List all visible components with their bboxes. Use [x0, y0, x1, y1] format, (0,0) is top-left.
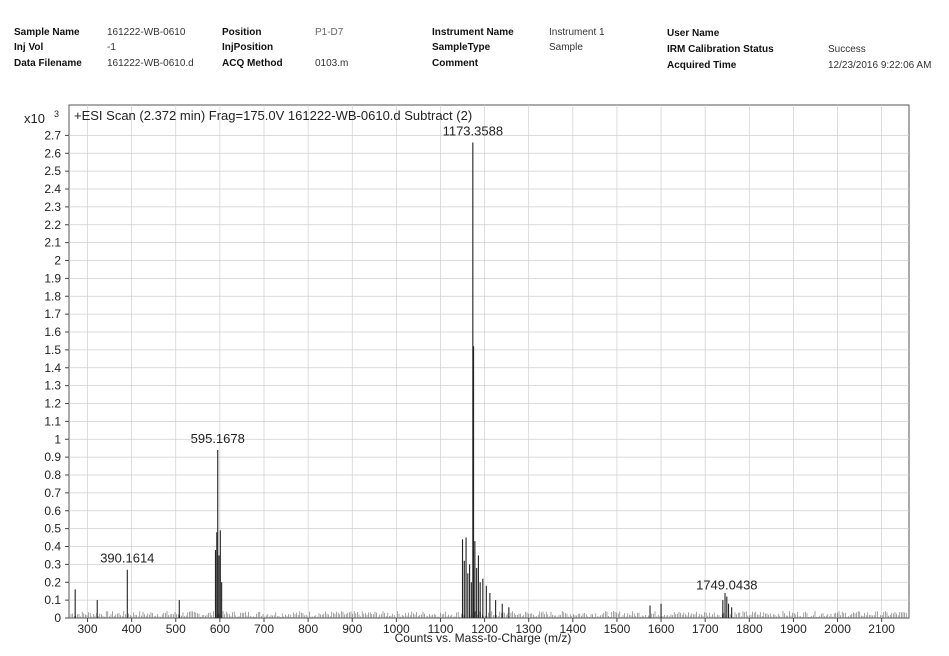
x-tick-label: 1700: [692, 622, 719, 636]
peak-label: 595.1678: [191, 431, 245, 446]
y-tick-label: 1.8: [44, 289, 61, 303]
x-tick-label: 700: [254, 622, 274, 636]
y-tick-label: 1.4: [44, 361, 61, 375]
mass-spectrum-chart: 0 0.1 0.2 0.3 0.4 0.5 0.6 0.7 0.8 0.9 1 1.1 1.2 1.3 1.…: [24, 104, 910, 645]
y-tick-label: 2.5: [44, 164, 61, 178]
y-tick-label: 0.3: [44, 557, 61, 571]
baseline-noise: [70, 611, 907, 618]
chart-title: +ESI Scan (2.372 min) Frag=175.0V 161222…: [74, 108, 472, 123]
peak-label: 1749.0438: [696, 578, 757, 593]
y-tick-label: 1.2: [44, 397, 61, 411]
y-tick-label: 1.6: [44, 325, 61, 339]
y-tick-label: 1.1: [44, 414, 61, 428]
y-tick-label: 1.7: [44, 307, 61, 321]
y-tick-label: 0.7: [44, 486, 61, 500]
y-exponent: 3: [54, 109, 59, 119]
y-tick-label: 2.7: [44, 128, 61, 142]
plot-area: [68, 104, 910, 619]
peak-label: 1173.3588: [443, 124, 504, 139]
x-tick-label: 400: [122, 622, 142, 636]
grid: [69, 105, 909, 618]
y-tick-label: 0.8: [44, 468, 61, 482]
noise-trace: [70, 611, 907, 618]
x-tick-label: 1600: [648, 622, 675, 636]
y-tick-label: 2.1: [44, 236, 61, 250]
x-tick-label: 600: [210, 622, 230, 636]
peak-label: 390.1614: [100, 551, 154, 566]
y-tick-label: 1.3: [44, 379, 61, 393]
y-tick-label: 0: [54, 611, 61, 625]
y-tick-label: 2: [54, 254, 61, 268]
y-tick-label: 0.5: [44, 522, 61, 536]
y-tick-label: 0.4: [44, 540, 61, 554]
y-tick-label: 2.3: [44, 200, 61, 214]
y-tick-label: 0.1: [44, 593, 61, 607]
y-multiplier: x10: [24, 111, 45, 126]
x-tick-label: 800: [298, 622, 318, 636]
y-tick-label: 2.6: [44, 146, 61, 160]
y-tick-label: 0.2: [44, 575, 61, 589]
y-tick-label: 1: [54, 432, 61, 446]
annotations: 390.1614 595.1678 1173.3588 1749.0438: [100, 124, 757, 593]
x-tick-label: 500: [166, 622, 186, 636]
y-tick-label: 1.9: [44, 271, 61, 285]
y-tick-label: 0.9: [44, 450, 61, 464]
y-tick-label: 2.2: [44, 218, 61, 232]
x-tick-label: 1500: [604, 622, 631, 636]
x-tick-label: 300: [78, 622, 98, 636]
x-tick-label: 900: [342, 622, 362, 636]
x-tick-label: 1800: [736, 622, 763, 636]
x-tick-label: 2100: [868, 622, 895, 636]
x-tick-label: 2000: [824, 622, 851, 636]
y-tick-label: 0.6: [44, 504, 61, 518]
y-tick-label: 1.5: [44, 343, 61, 357]
y-tick-label: 2.4: [44, 182, 61, 196]
y-axis: 0 0.1 0.2 0.3 0.4 0.5 0.6 0.7 0.8 0.9 1 1.1 1.2 1.3 1.…: [44, 128, 69, 625]
x-tick-label: 1900: [780, 622, 807, 636]
x-axis-label: Counts vs. Mass-to-Charge (m/z): [395, 631, 572, 645]
